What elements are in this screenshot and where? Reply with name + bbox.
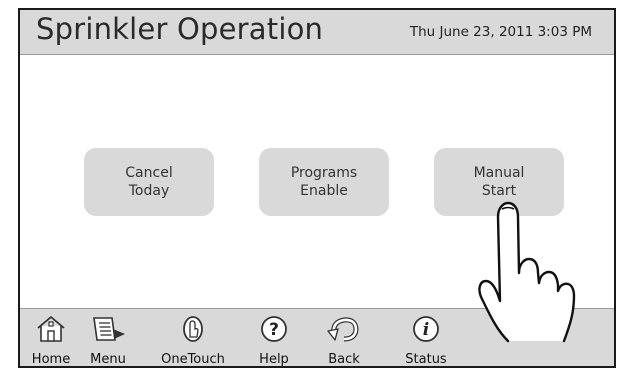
header-bar: Sprinkler Operation Thu June 23, 2011 3:… <box>20 10 614 55</box>
home-icon <box>37 316 65 342</box>
nav-home-label: Home <box>31 352 71 367</box>
help-icon: ? <box>261 316 287 342</box>
cancel-today-label-1: Cancel <box>125 165 173 181</box>
svg-text:i: i <box>423 320 429 340</box>
nav-back-label: Back <box>328 352 360 367</box>
onetouch-icon <box>183 316 203 342</box>
device-screen: Sprinkler Operation Thu June 23, 2011 3:… <box>18 8 616 368</box>
nav-back[interactable]: Back <box>315 309 373 367</box>
pointing-hand-icon <box>478 201 576 343</box>
nav-status[interactable]: i Status <box>397 309 455 367</box>
menu-book-icon <box>93 317 125 341</box>
nav-help[interactable]: ? Help <box>245 309 303 367</box>
page-title: Sprinkler Operation <box>36 12 324 46</box>
nav-menu-label: Menu <box>90 352 126 367</box>
nav-onetouch-label: OneTouch <box>161 352 225 367</box>
svg-text:?: ? <box>269 320 279 340</box>
nav-status-label: Status <box>405 352 447 367</box>
nav-help-label: Help <box>259 352 289 367</box>
nav-onetouch[interactable]: OneTouch <box>158 309 228 367</box>
back-arrow-icon <box>327 317 359 342</box>
programs-enable-label-2: Enable <box>300 183 348 199</box>
programs-enable-label-1: Programs <box>290 165 358 181</box>
nav-home[interactable]: Home <box>22 309 80 367</box>
status-info-icon: i <box>413 316 439 342</box>
programs-enable-button[interactable]: Programs Enable <box>259 148 389 216</box>
date-time: Thu June 23, 2011 3:03 PM <box>409 24 592 40</box>
nav-menu[interactable]: Menu <box>79 309 137 367</box>
cancel-today-label-2: Today <box>128 183 170 199</box>
manual-start-label-1: Manual <box>473 165 525 181</box>
cancel-today-button[interactable]: Cancel Today <box>84 148 214 216</box>
